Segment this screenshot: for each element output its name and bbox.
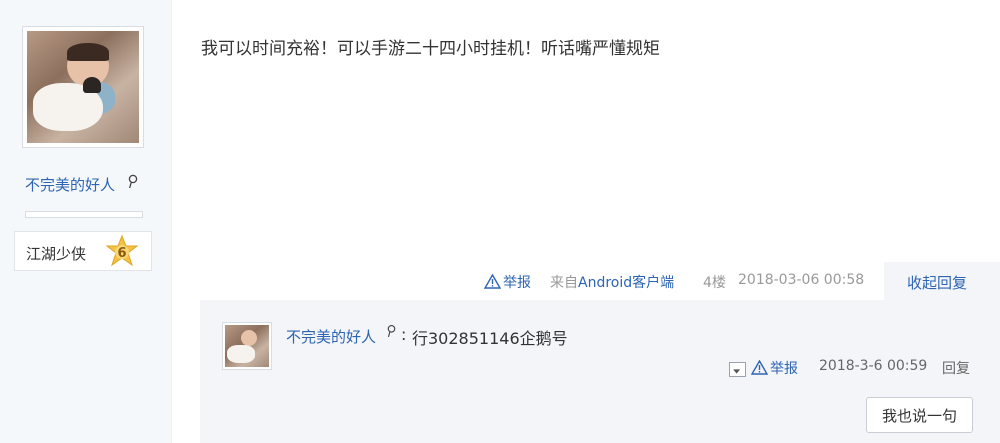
reply-panel: 不完美的好人 : 行302851146企鹅号 举报 2018-3-6 00:59… [200, 300, 1000, 443]
level-badge[interactable]: 江湖少侠 6 [14, 231, 152, 271]
reply-avatar[interactable] [222, 322, 272, 370]
floor-number: 4楼 [703, 275, 726, 291]
male-gender-icon [387, 324, 396, 338]
star-badge-icon: 6 [105, 235, 139, 267]
warning-icon [484, 274, 501, 289]
level-title: 江湖少侠 [26, 245, 87, 263]
reply-content: 行302851146企鹅号 [412, 329, 568, 348]
avatar-photo [27, 31, 139, 143]
chevron-down-icon [733, 369, 741, 374]
post-content: 我可以时间充裕！可以手游二十四小时挂机！听话嘴严懂规矩 [201, 39, 660, 59]
warning-icon [751, 360, 768, 375]
male-gender-icon [128, 174, 138, 189]
post-datetime: 2018-03-06 00:58 [738, 272, 865, 288]
reply-datetime: 2018-3-6 00:59 [819, 358, 928, 374]
reply-colon: : [401, 325, 407, 344]
reply-dropdown-toggle[interactable] [729, 362, 746, 377]
reply-avatar-photo [225, 325, 269, 367]
client-source: 来自Android客户端 [550, 272, 674, 292]
author-sidebar: 不完美的好人 江湖少侠 6 [0, 0, 172, 443]
author-avatar[interactable] [22, 26, 144, 148]
reply-user-link[interactable]: 不完美的好人 [286, 326, 376, 347]
report-label: 举报 [503, 275, 531, 291]
reply-button[interactable]: 回复 [942, 358, 970, 378]
add-comment-button[interactable]: 我也说一句 [866, 397, 973, 433]
reply-report-link[interactable]: 举报 [751, 358, 798, 378]
collapse-reply-button[interactable]: 收起回复 [907, 272, 967, 293]
client-prefix: 来自 [550, 275, 578, 291]
collapse-reply-tab[interactable]: 收起回复 [884, 262, 1000, 300]
client-link[interactable]: Android客户端 [578, 275, 674, 291]
reply-report-label: 举报 [770, 361, 798, 377]
level-number: 6 [117, 246, 126, 261]
report-link[interactable]: 举报 [484, 272, 531, 292]
level-progress-bar [25, 211, 143, 218]
author-name-link[interactable]: 不完美的好人 [25, 174, 115, 195]
